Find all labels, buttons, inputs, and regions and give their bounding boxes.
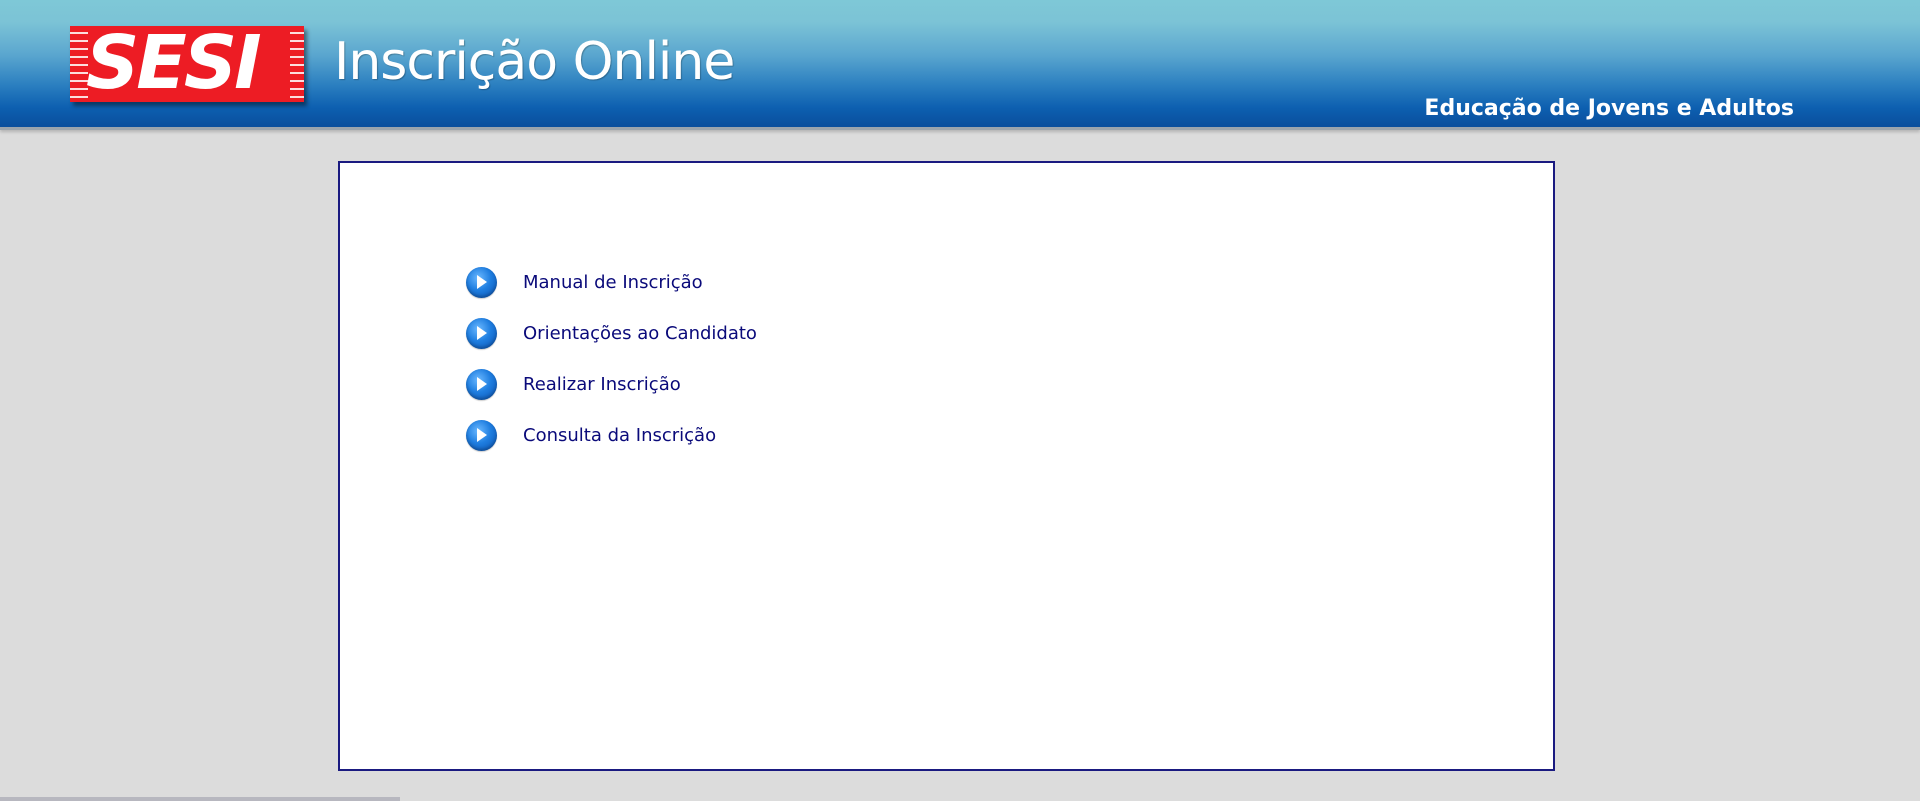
menu-item-orientacoes[interactable]: Orientações ao Candidato [466,308,757,359]
menu-item-realizar[interactable]: Realizar Inscrição [466,359,757,410]
app-title: Inscrição Online [334,32,735,92]
arrow-right-icon[interactable] [466,420,497,451]
content-panel: Manual de Inscrição Orientações ao Candi… [338,161,1555,771]
realizar-inscricao-link[interactable]: Realizar Inscrição [523,374,681,395]
arrow-right-icon[interactable] [466,369,497,400]
program-subtitle: Educação de Jovens e Adultos [1424,96,1794,121]
logo-text: SESI [86,26,262,102]
consulta-inscricao-link[interactable]: Consulta da Inscrição [523,425,716,446]
sesi-logo: SESI [70,26,304,102]
manual-link[interactable]: Manual de Inscrição [523,272,703,293]
arrow-right-icon[interactable] [466,318,497,349]
menu-item-consulta[interactable]: Consulta da Inscrição [466,410,757,461]
header-banner: SESI Inscrição Online Educação de Jovens… [0,0,1920,130]
logo-stripes-right [290,26,304,102]
menu-item-manual[interactable]: Manual de Inscrição [466,257,757,308]
page: SESI Inscrição Online Educação de Jovens… [0,0,1920,801]
footer-divider [0,797,400,801]
menu-list: Manual de Inscrição Orientações ao Candi… [466,257,757,461]
arrow-right-icon[interactable] [466,267,497,298]
orientacoes-link[interactable]: Orientações ao Candidato [523,323,757,344]
